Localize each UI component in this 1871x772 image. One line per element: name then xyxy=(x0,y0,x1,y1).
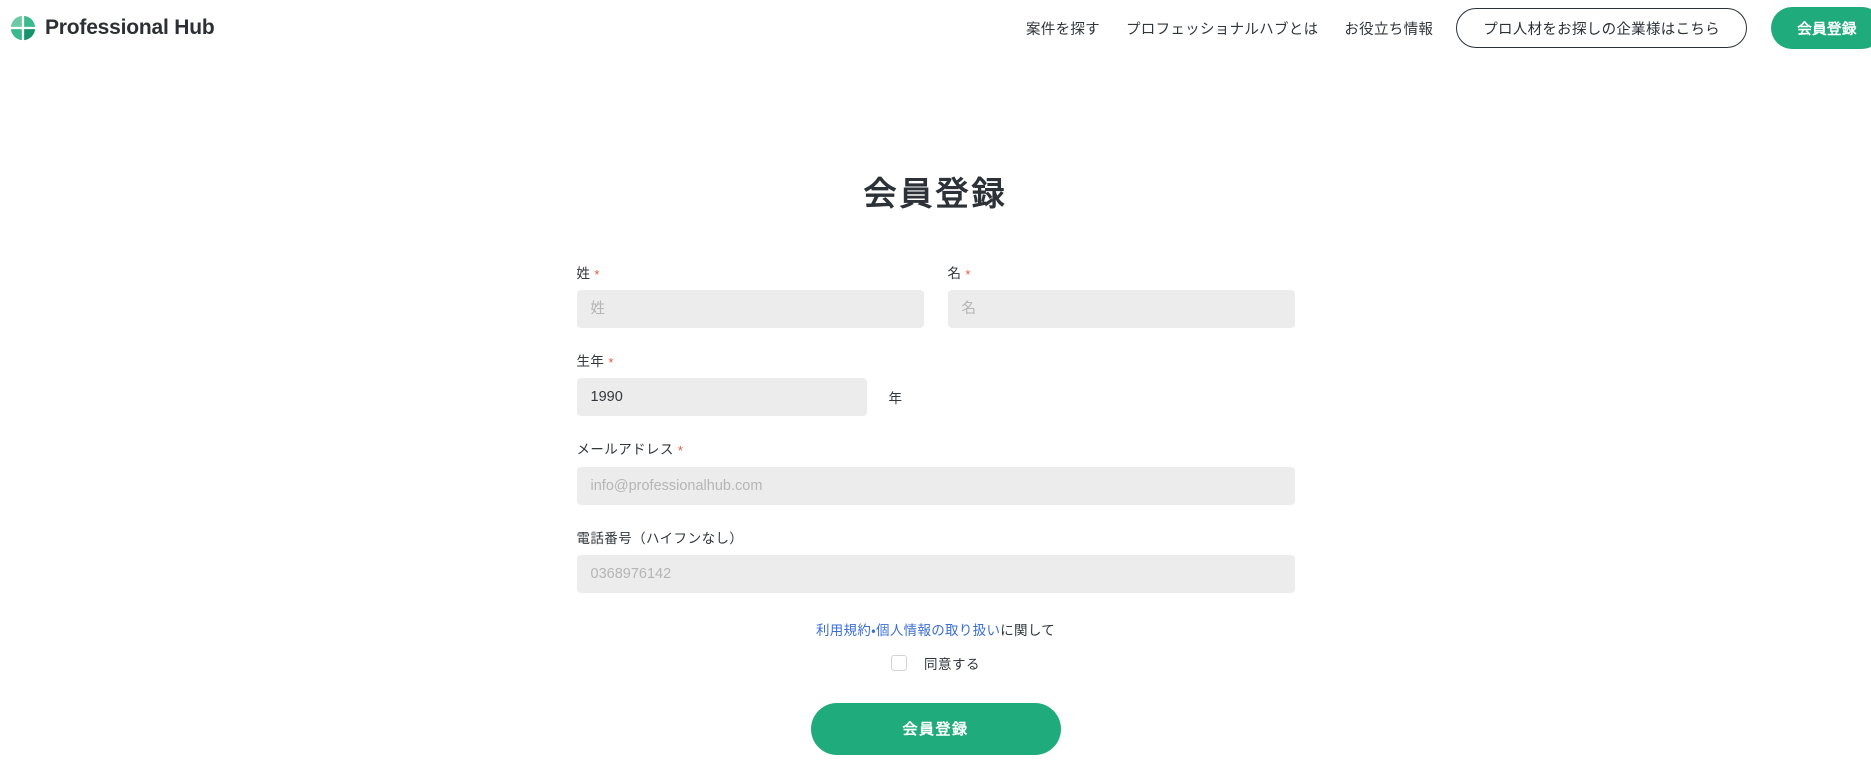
terms-text: 利用規約・個人情報の取り扱いに関して xyxy=(577,619,1295,639)
email-label: メールアドレス * xyxy=(577,442,1295,458)
name-field-row: 姓* 名* xyxy=(576,266,1295,354)
first-name-field-group: 名 * xyxy=(947,266,1295,329)
primary-navigation: 案件を探す プロフェッショナルハブとは お役立ち情報 プロ人材をお探しの企業様は… xyxy=(1026,0,1871,56)
birth-year-suffix: 年 xyxy=(888,391,903,407)
birth-year-label: 生年 * xyxy=(577,354,1295,370)
nav-link-useful-info[interactable]: お役立ち情報 xyxy=(1344,18,1433,39)
required-asterisk: * xyxy=(677,443,684,459)
registration-form: 姓* 名* 生年* 年 メールアドレス* xyxy=(576,215,1295,755)
nav-link-list: 案件を探す プロフェッショナルハブとは お役立ち情報 xyxy=(1026,18,1433,39)
terms-suffix-text: に関して xyxy=(1000,622,1056,638)
site-header: Professional Hub 案件を探す プロフェッショナルハブとは お役立… xyxy=(0,0,1871,56)
nav-link-find-jobs[interactable]: 案件を探す xyxy=(1026,18,1100,39)
main-content: 会員登録 姓* 名* 生年* 年 xyxy=(0,167,1871,755)
for-companies-button[interactable]: プロ人材をお探しの企業様はこちら xyxy=(1456,8,1747,48)
birth-year-label-text: 生年 xyxy=(576,354,605,370)
first-name-label-text: 名 xyxy=(947,266,962,281)
nav-link-about[interactable]: プロフェッショナルハブとは xyxy=(1126,18,1318,39)
first-name-input[interactable] xyxy=(947,290,1295,329)
last-name-label-text: 姓 xyxy=(576,266,591,281)
required-asterisk: * xyxy=(594,267,600,282)
page-title: 会員登録 xyxy=(863,175,1008,212)
email-label-text: メールアドレス xyxy=(576,442,674,458)
phone-field-group: 電話番号（ハイフンなし） xyxy=(576,530,1295,593)
last-name-input[interactable] xyxy=(576,290,924,329)
email-field-group: メールアドレス * xyxy=(576,442,1295,505)
phone-input[interactable] xyxy=(576,554,1295,593)
agree-row: 同意する xyxy=(577,653,1295,673)
required-asterisk: * xyxy=(965,267,971,282)
brand-logo-link[interactable]: Professional Hub xyxy=(10,0,215,56)
brand-name: Professional Hub xyxy=(45,16,215,39)
agree-checkbox-label[interactable]: 同意する xyxy=(924,653,980,673)
email-input[interactable] xyxy=(576,466,1295,505)
terms-and-privacy-link[interactable]: 利用規約・個人情報の取り扱い xyxy=(816,623,1000,638)
birth-year-input[interactable] xyxy=(576,378,867,417)
submit-button-wrapper: 会員登録 xyxy=(577,702,1295,755)
last-name-field-group: 姓 * xyxy=(576,266,924,329)
phone-label: 電話番号（ハイフンなし） xyxy=(576,530,744,546)
first-name-label: 名 * xyxy=(948,266,1295,282)
header-register-button[interactable]: 会員登録 xyxy=(1771,7,1871,49)
last-name-label: 姓 * xyxy=(577,266,924,282)
required-asterisk: * xyxy=(608,355,614,371)
birth-year-field-group: 生年* 年 xyxy=(576,354,1295,417)
professional-hub-logo-icon xyxy=(10,15,36,41)
submit-register-button[interactable]: 会員登録 xyxy=(810,702,1061,755)
birth-year-input-wrapper: 年 xyxy=(576,378,1295,417)
agree-checkbox[interactable] xyxy=(891,654,907,671)
